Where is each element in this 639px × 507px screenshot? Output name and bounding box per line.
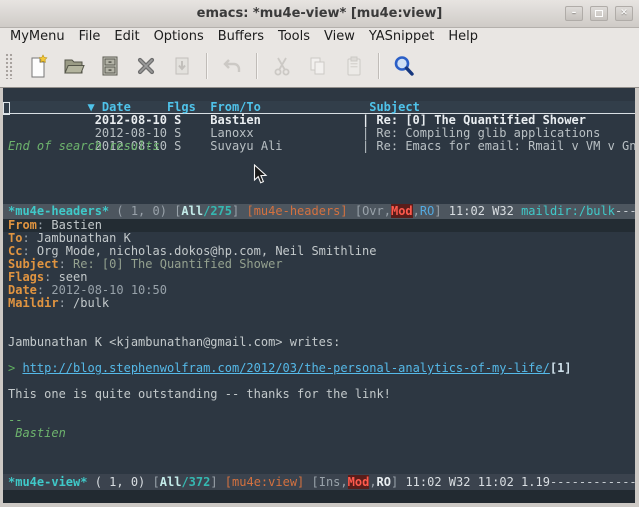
row-subject: | Re: [0] The Quantified Shower — [362, 113, 586, 127]
signature: Bastien — [3, 427, 635, 440]
echo-area[interactable] — [3, 490, 635, 503]
open-file-button[interactable] — [59, 50, 89, 82]
save-icon — [98, 54, 122, 78]
date-value: 2012-08-10 10:50 — [51, 283, 167, 297]
toolbar-separator — [206, 53, 208, 79]
paste-button[interactable] — [339, 50, 369, 82]
cursor-position: ( 1, 0) — [87, 475, 152, 489]
to-value: Jambunathan K — [37, 231, 131, 245]
line-count: /275 — [203, 204, 232, 218]
line-count: /372 — [181, 475, 210, 489]
menu-view[interactable]: View — [317, 29, 362, 44]
tool-bar — [0, 45, 639, 88]
delete-button[interactable] — [131, 50, 161, 82]
field-maildir: Maildir: /bulk — [3, 297, 635, 310]
major-mode: [mu4e:view] — [225, 475, 312, 489]
narrow-indicator: All — [181, 204, 203, 218]
row-flags: S — [174, 140, 210, 153]
save-as-icon — [170, 54, 194, 78]
mu4e-headers-window: ▼ DateFlgsFrom/ToSubject 2012-08-10SBast… — [3, 88, 635, 204]
menu-bar: MyMenu File Edit Options Buffers Tools V… — [0, 28, 639, 45]
field-subject: Subject: Re: [0] The Quantified Shower — [3, 258, 635, 271]
menu-help[interactable]: Help — [441, 29, 485, 44]
cursor-position: ( 1, 0) — [109, 204, 174, 218]
buffer-name: *mu4e-view* — [8, 475, 87, 489]
menu-edit[interactable]: Edit — [107, 29, 146, 44]
emacs-window: emacs: *mu4e-view* [mu4e:view] – ✕ MyMen… — [0, 0, 639, 507]
flags-value: seen — [59, 270, 88, 284]
inactive-cursor — [3, 102, 10, 115]
menu-options[interactable]: Options — [147, 29, 211, 44]
cut-button[interactable] — [267, 50, 297, 82]
save-as-button[interactable] — [167, 50, 197, 82]
undo-icon — [220, 54, 244, 78]
modified-flag: Mod — [348, 475, 370, 489]
modeline-mu4e-headers[interactable]: *mu4e-headers* ( 1, 0) [All/275] [mu4e-h… — [3, 204, 635, 219]
read-only-flag: RO — [377, 475, 391, 489]
save-button[interactable] — [95, 50, 125, 82]
menu-mymenu[interactable]: MyMenu — [3, 29, 72, 44]
headers-column-row[interactable]: ▼ DateFlgsFrom/ToSubject — [3, 88, 635, 101]
maildir-path: maildir:/bulk — [521, 204, 615, 218]
undo-button[interactable] — [217, 50, 247, 82]
article-link[interactable]: http://blog.stephenwolfram.com/2012/03/t… — [22, 361, 549, 375]
read-only-flag: RO — [420, 204, 434, 218]
subject-value: Re: [0] The Quantified Shower — [73, 257, 283, 271]
row-from: Suvayu Ali — [210, 140, 362, 153]
emacs-frame-body: ▼ DateFlgsFrom/ToSubject 2012-08-10SBast… — [0, 88, 639, 507]
search-button[interactable] — [389, 50, 419, 82]
title-bar[interactable]: emacs: *mu4e-view* [mu4e:view] – ✕ — [0, 0, 639, 28]
maximize-button[interactable] — [590, 6, 608, 21]
quote-prefix: > — [8, 361, 22, 375]
cc-value: Org Mode, nicholas.dokos@hp.com, Neil Sm… — [37, 244, 377, 258]
body-paragraph: This one is quite outstanding -- thanks … — [3, 388, 635, 401]
menu-buffers[interactable]: Buffers — [211, 29, 271, 44]
minimize-button[interactable]: – — [565, 6, 583, 21]
toolbar-separator — [378, 53, 380, 79]
clock: 11:02 W32 — [442, 204, 521, 218]
column-subject[interactable]: Subject — [369, 100, 420, 114]
menu-tools[interactable]: Tools — [271, 29, 317, 44]
narrow-indicator: All — [160, 475, 182, 489]
mu4e-view-window: From: Bastien To: Jambunathan K Cc: Org … — [3, 219, 635, 474]
emacs-buffers: ▼ DateFlgsFrom/ToSubject 2012-08-10SBast… — [3, 88, 635, 503]
signature-separator: -- — [3, 414, 635, 427]
menu-yasnippet[interactable]: YASnippet — [362, 29, 442, 44]
modeline-mu4e-view[interactable]: *mu4e-view* ( 1, 0) [All/372] [mu4e:view… — [3, 474, 635, 490]
copy-button[interactable] — [303, 50, 333, 82]
body-quote-line: > http://blog.stephenwolfram.com/2012/03… — [3, 362, 635, 375]
close-button[interactable]: ✕ — [615, 6, 633, 21]
maximize-icon — [595, 10, 603, 17]
new-file-icon — [26, 54, 50, 78]
search-magnifier-icon — [392, 54, 416, 78]
major-mode: [mu4e-headers] — [246, 204, 354, 218]
row-subject: | Re: Emacs for email: Rmail v VM v Gnus — [362, 139, 635, 153]
footnote-ref: [1] — [550, 361, 572, 375]
menu-file[interactable]: File — [72, 29, 108, 44]
toolbar-separator — [256, 53, 258, 79]
delete-x-icon — [134, 54, 158, 78]
open-folder-icon — [62, 54, 86, 78]
cut-scissors-icon — [270, 54, 294, 78]
new-file-button[interactable] — [23, 50, 53, 82]
window-controls: – ✕ — [565, 6, 633, 21]
copy-icon — [306, 54, 330, 78]
window-title: emacs: *mu4e-view* [mu4e:view] — [197, 6, 443, 21]
modified-flag: Mod — [391, 204, 413, 218]
body-intro: Jambunathan K <kjambunathan@gmail.com> w… — [3, 336, 635, 349]
toolbar-drag-handle[interactable] — [5, 53, 13, 79]
row-subject: | Re: Compiling glib applications — [362, 126, 600, 140]
paste-clipboard-icon — [342, 54, 366, 78]
clock: 11:02 W32 11:02 1.19 — [398, 475, 550, 489]
maildir-value: /bulk — [73, 296, 109, 310]
buffer-name: *mu4e-headers* — [8, 204, 109, 218]
